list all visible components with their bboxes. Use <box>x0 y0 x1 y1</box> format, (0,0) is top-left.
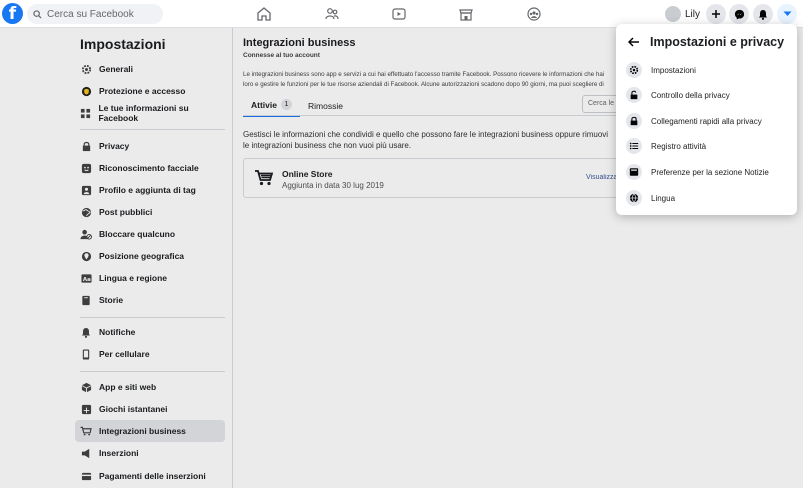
watch-icon[interactable] <box>391 6 407 22</box>
sidebar-item-informazioni[interactable]: Le tue informazioni su Facebook <box>75 102 225 124</box>
apps-icon <box>80 381 92 393</box>
integration-name: Online Store <box>282 169 333 179</box>
sidebar-item-inserzioni[interactable]: Inserzioni <box>75 442 225 464</box>
panel-item-collegamenti-privacy[interactable]: Collegamenti rapidi alla privacy <box>626 110 791 132</box>
tab-rimossie[interactable]: Rimossie <box>300 94 351 117</box>
sidebar-item-profilo-tag[interactable]: Profilo e aggiunta di tag <box>75 179 225 201</box>
book-icon <box>80 294 92 306</box>
sidebar-item-protezione[interactable]: Protezione e accesso <box>75 80 225 102</box>
list-icon <box>626 138 642 154</box>
integration-tabs: Attivie 1 Rimossie <box>243 94 351 117</box>
count-badge: 1 <box>280 99 292 110</box>
page-description: Le integrazioni business sono app e serv… <box>243 71 605 88</box>
news-feed-icon <box>626 164 642 180</box>
panel-item-lingua[interactable]: Lingua <box>626 187 791 209</box>
lock-open-icon <box>626 87 642 103</box>
search-input[interactable]: Cerca su Facebook <box>27 4 163 24</box>
ads-icon <box>80 447 92 459</box>
gear-icon <box>626 62 642 78</box>
facebook-logo[interactable]: f <box>2 3 23 24</box>
sidebar-item-riconoscimento[interactable]: Riconoscimento facciale <box>75 157 225 179</box>
sidebar-item-giochi[interactable]: Giochi istantanei <box>75 398 225 420</box>
location-icon <box>80 250 92 262</box>
search-placeholder: Cerca su Facebook <box>47 8 134 20</box>
mobile-icon <box>80 348 92 360</box>
account-dropdown-icon[interactable] <box>777 4 797 24</box>
game-icon <box>80 403 92 415</box>
settings-privacy-panel: Impostazioni e privacy Impostazioni Cont… <box>616 24 797 215</box>
groups-icon[interactable] <box>526 6 542 22</box>
block-user-icon <box>80 228 92 240</box>
page-title: Integrazioni business <box>243 37 356 49</box>
integration-date: Aggiunta in data 30 lug 2019 <box>282 181 384 190</box>
panel-item-impostazioni[interactable]: Impostazioni <box>626 59 791 81</box>
panel-item-controllo-privacy[interactable]: Controllo della privacy <box>626 84 791 106</box>
panel-header: Impostazioni e privacy <box>626 34 784 50</box>
search-icon <box>33 9 42 19</box>
panel-item-preferenze-notizie[interactable]: Preferenze per la sezione Notizie <box>626 161 791 183</box>
sidebar-item-storie[interactable]: Storie <box>75 289 225 311</box>
sidebar-item-posizione[interactable]: Posizione geografica <box>75 245 225 267</box>
cart-icon <box>254 169 274 190</box>
sidebar-item-pagamenti[interactable]: Pagamenti delle inserzioni <box>75 465 225 487</box>
sidebar-item-bloccare[interactable]: Bloccare qualcuno <box>75 223 225 245</box>
sidebar-item-privacy[interactable]: Privacy <box>75 135 225 157</box>
sidebar-item-app-siti[interactable]: App e siti web <box>75 376 225 398</box>
sidebar-item-notifiche[interactable]: Notifiche <box>75 321 225 343</box>
back-arrow-icon[interactable] <box>626 34 642 50</box>
sidebar-divider <box>80 317 225 318</box>
page-subtitle: Connesse al tuo account <box>243 52 320 59</box>
face-icon <box>80 162 92 174</box>
language-icon: Aa <box>80 272 92 284</box>
integration-card: Online Store Aggiunta in data 30 lug 201… <box>243 158 634 198</box>
manage-description: Gestisci le informazioni che condividi e… <box>243 130 609 150</box>
sidebar-item-lingua[interactable]: Aa Lingua e regione <box>75 267 225 289</box>
business-icon <box>80 425 92 437</box>
lock-icon <box>80 140 92 152</box>
tab-attivie[interactable]: Attivie 1 <box>243 94 300 117</box>
sidebar-divider <box>80 129 225 130</box>
tab-divider <box>243 115 633 116</box>
notifications-bell-icon[interactable] <box>753 4 773 24</box>
messenger-icon[interactable] <box>729 4 749 24</box>
panel-title: Impostazioni e privacy <box>650 35 785 49</box>
profile-tag-icon <box>80 184 92 196</box>
sidebar-item-cellulare[interactable]: Per cellulare <box>75 343 225 365</box>
bell-icon <box>80 326 92 338</box>
home-icon[interactable] <box>256 6 272 22</box>
sidebar-item-post-pubblici[interactable]: Post pubblici <box>75 201 225 223</box>
marketplace-icon[interactable] <box>458 6 474 22</box>
globe-icon <box>80 206 92 218</box>
svg-text:Aa: Aa <box>82 276 90 282</box>
settings-sidebar: Impostazioni Generali Protezione e acces… <box>0 28 233 488</box>
sidebar-item-generali[interactable]: Generali <box>75 58 225 80</box>
avatar <box>665 6 681 22</box>
sidebar-item-integrazioni[interactable]: Integrazioni business <box>75 420 225 442</box>
sidebar-title: Impostazioni <box>80 36 166 52</box>
info-grid-icon <box>80 107 91 119</box>
sidebar-divider <box>80 371 225 372</box>
globe-icon <box>626 190 642 206</box>
gear-icon <box>80 63 92 75</box>
profile-shortcut[interactable]: Lily <box>665 4 700 24</box>
shield-icon <box>80 85 92 97</box>
payment-icon <box>80 470 92 482</box>
friends-icon[interactable] <box>324 6 340 22</box>
panel-item-registro-attivita[interactable]: Registro attività <box>626 135 791 157</box>
user-name: Lily <box>685 8 701 20</box>
lock-icon <box>626 113 642 129</box>
create-plus-icon[interactable] <box>706 4 726 24</box>
